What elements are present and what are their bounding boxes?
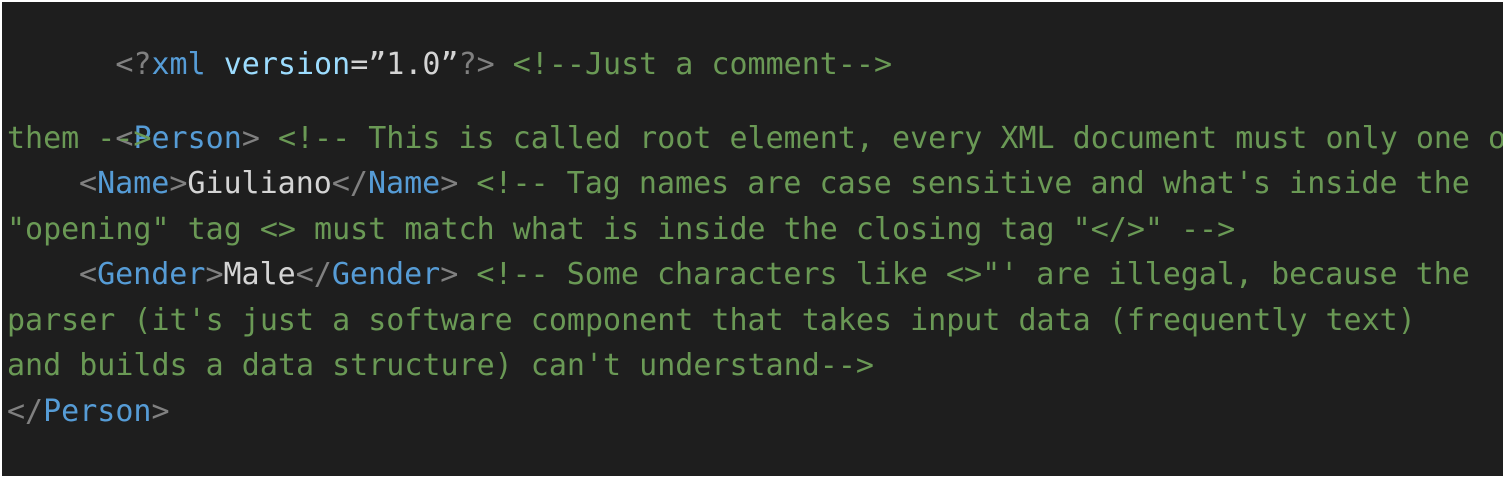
tag-close-bracket: > [169,166,188,201]
closing-tag-open-bracket: </ [295,257,332,292]
code-comment: <!-- Tag names are case sensitive and wh… [476,166,1470,201]
closing-tag-name: Name [368,166,441,201]
code-line-comment-wrap: "opening" tag <> must match what is insi… [7,207,1503,253]
code-content[interactable]: <?xml version=”1.0”?> <!--Just a comment… [7,2,1503,434]
code-line-person-close: </Person> [7,389,1503,435]
code-comment: <!-- This is called root element, every … [277,120,1503,156]
code-comment: "opening" tag <> must match what is insi… [7,211,1236,247]
closing-tag-name: Person [43,393,152,429]
element-text: Male [223,257,296,292]
code-line-gender: <Gender>Male</Gender> <!-- Some characte… [7,252,1503,298]
code-comment: them --> [7,120,152,156]
closing-tag-close-bracket: > [440,257,459,292]
attribute-equals: = [350,47,369,82]
code-line-name: <Name>Giuliano</Name> <!-- Tag names are… [7,161,1503,207]
declaration-close: ?> [458,47,495,82]
tag-open-bracket: < [79,257,98,292]
code-line-xml-declaration: <?xml version=”1.0”?> <!--Just a comment… [7,2,1503,82]
code-comment: parser (it's just a software component t… [7,302,1416,338]
code-line-comment-wrap: and builds a data structure) can't under… [7,343,1503,389]
attribute-value: ”1.0” [368,47,459,82]
declaration-open: <? [115,47,152,82]
code-comment: <!-- Some characters like <>"' are illeg… [476,257,1470,292]
element-text: Giuliano [187,166,332,201]
tag-name: Gender [97,257,206,292]
tag-close-bracket: > [241,120,260,156]
closing-tag-open-bracket: </ [331,166,368,201]
tag-close-bracket: > [205,257,224,292]
code-comment: <!--Just a comment--> [512,47,893,82]
closing-tag-name: Gender [331,257,441,292]
tag-name: Name [97,166,170,201]
attribute-name: version [223,47,351,82]
closing-tag-close-bracket: > [440,166,459,201]
code-line-comment-wrap: parser (it's just a software component t… [7,298,1503,344]
closing-tag-open-bracket: </ [7,393,44,429]
code-editor[interactable]: <?xml version=”1.0”?> <!--Just a comment… [2,2,1503,476]
code-comment: and builds a data structure) can't under… [7,348,874,383]
tag-open-bracket: < [79,166,98,201]
declaration-name: xml [151,47,206,82]
closing-tag-close-bracket: > [151,393,170,429]
